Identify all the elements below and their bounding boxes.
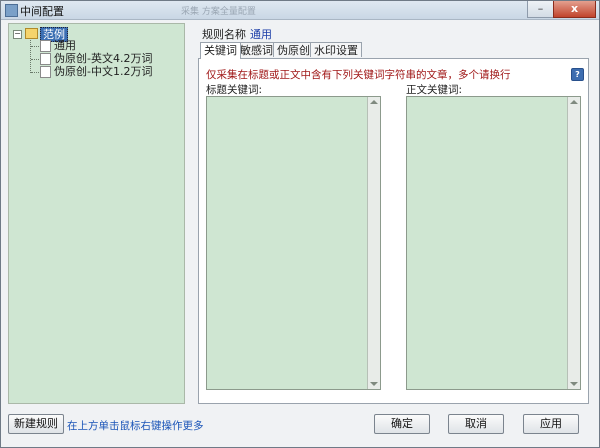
collapse-icon[interactable]: − [13,30,22,39]
rule-name-value: 通用 [250,28,272,41]
tree-connector [31,46,39,47]
apply-button[interactable]: 应用 [523,414,579,434]
title-keywords-input[interactable] [206,96,381,390]
tree-item[interactable]: 通用 [9,39,179,52]
scroll-down-icon[interactable] [570,382,578,386]
title-keywords-scrollbar[interactable] [367,97,380,389]
tab-pseudo-original[interactable]: 伪原创 [273,42,314,57]
context-menu-hint: 在上方单击鼠标右键操作更多 [67,420,204,432]
folder-icon [25,28,38,39]
scroll-up-icon[interactable] [570,100,578,104]
document-icon [40,40,51,52]
title-keywords-label: 标题关键词: [206,84,263,96]
tree-connector [31,59,39,60]
close-button[interactable]: x [553,1,596,18]
tab-sensitive-words[interactable]: 敏感词 [236,42,277,57]
window-title: 中间配置 [20,5,64,18]
tree-root[interactable]: − 范例 [9,26,179,42]
tree-connector [31,72,39,73]
body-keywords-scrollbar[interactable] [567,97,580,389]
keywords-hint: 仅采集在标题或正文中含有下列关键词字符串的文章，多个请换行 [206,69,511,81]
new-rule-button[interactable]: 新建规则 [8,414,64,434]
scroll-down-icon[interactable] [370,382,378,386]
body-keywords-label: 正文关键词: [406,84,463,96]
tree-item-label[interactable]: 伪原创-中文1.2万词 [54,65,152,78]
title-bar[interactable]: 中间配置 采集 方案全量配置 – x [1,1,599,20]
minimize-button[interactable]: – [527,1,553,18]
background-caption: 采集 方案全量配置 [181,7,256,17]
cancel-button[interactable]: 取消 [448,414,504,434]
document-icon [40,66,51,78]
tree-item-label[interactable]: 通用 [54,39,76,52]
tab-keywords[interactable]: 关键词 [200,42,241,59]
rule-tree[interactable]: − 范例 通用 伪原创-英文4.2万词 伪原创-中文1.2万词 [8,23,185,404]
document-icon [40,53,51,65]
body-keywords-input[interactable] [406,96,581,390]
rule-name-label: 规则名称 [202,28,246,41]
tree-item-label[interactable]: 伪原创-英文4.2万词 [54,52,152,65]
tree-item[interactable]: 伪原创-英文4.2万词 [9,52,179,65]
tree-item[interactable]: 伪原创-中文1.2万词 [9,65,179,78]
help-icon[interactable]: ? [571,68,584,81]
scroll-up-icon[interactable] [370,100,378,104]
app-icon [5,4,18,17]
tab-watermark[interactable]: 水印设置 [310,42,362,57]
ok-button[interactable]: 确定 [374,414,430,434]
